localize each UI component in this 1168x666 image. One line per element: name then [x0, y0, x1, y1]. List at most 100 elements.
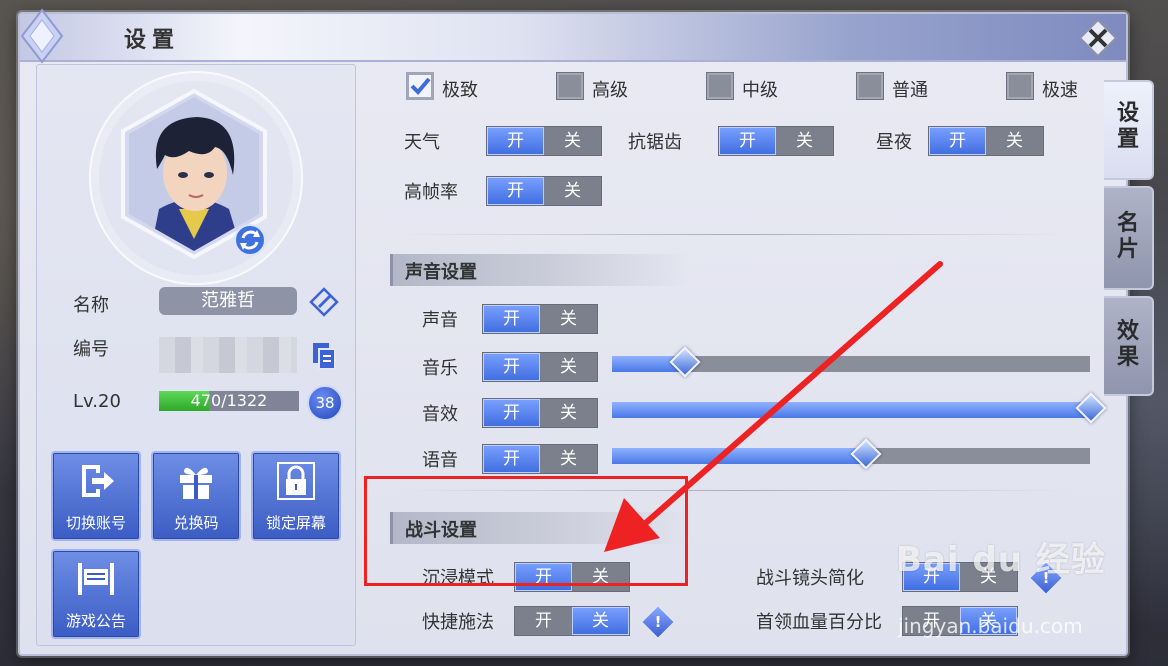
voice-toggle[interactable]: 开 关: [482, 444, 598, 474]
toggle-off[interactable]: 关: [776, 127, 833, 155]
tab-settings[interactable]: 设 置: [1104, 80, 1154, 180]
logout-icon: [82, 465, 114, 497]
toggle-on[interactable]: 开: [487, 177, 544, 205]
sfx-toggle[interactable]: 开 关: [482, 398, 598, 428]
music-toggle[interactable]: 开 关: [482, 352, 598, 382]
xp-text: 470/1322: [190, 391, 268, 410]
camera-simplify-label: 战斗镜头简化: [756, 568, 864, 589]
antialias-toggle[interactable]: 开 关: [718, 126, 834, 156]
id-label: 编号: [73, 339, 109, 360]
copy-icon[interactable]: [311, 341, 337, 371]
slider-fill: [612, 402, 1090, 418]
voice-label: 语音: [422, 450, 458, 471]
game-notice-button[interactable]: 游戏公告: [51, 549, 141, 639]
toggle-off[interactable]: 关: [540, 353, 597, 381]
notice-board-icon: [78, 563, 114, 595]
quality-normal-label: 普通: [892, 80, 928, 101]
slider-knob[interactable]: [850, 438, 882, 470]
edit-icon[interactable]: [309, 287, 339, 317]
toggle-off[interactable]: 关: [544, 177, 601, 205]
checkmark-icon: [410, 77, 431, 95]
quality-fast-label: 极速: [1042, 80, 1078, 101]
boss-hp-label: 首领血量百分比: [756, 612, 882, 633]
emblem-icon: [20, 8, 64, 64]
antialias-label: 抗锯齿: [628, 132, 682, 153]
daynight-toggle[interactable]: 开 关: [928, 126, 1044, 156]
toggle-on[interactable]: 开: [719, 127, 776, 155]
quality-fast-checkbox[interactable]: [1006, 72, 1034, 100]
quality-high-checkbox[interactable]: [556, 72, 584, 100]
sound-section-header: 声音设置: [390, 254, 693, 286]
music-label: 音乐: [422, 358, 458, 379]
window-title: 设置: [124, 27, 181, 53]
switch-account-button[interactable]: 切换账号: [51, 451, 141, 541]
toggle-off[interactable]: 关: [572, 607, 629, 635]
name-value: 范雅哲: [159, 287, 297, 315]
lock-screen-button[interactable]: 锁定屏幕: [251, 451, 341, 541]
tab-card[interactable]: 名 片: [1104, 186, 1154, 290]
toggle-on[interactable]: 开: [483, 353, 540, 381]
tab-card-char: 片: [1116, 236, 1139, 262]
close-icon[interactable]: [1078, 18, 1118, 58]
highfps-label: 高帧率: [404, 182, 458, 203]
title-bar: 设置: [20, 8, 1126, 64]
slider-knob[interactable]: [669, 346, 701, 378]
quality-ultra-checkbox[interactable]: [406, 72, 434, 100]
toggle-on[interactable]: 开: [483, 305, 540, 333]
quickcast-label: 快捷施法: [422, 612, 494, 633]
toggle-off[interactable]: 关: [986, 127, 1043, 155]
quality-medium-checkbox[interactable]: [706, 72, 734, 100]
redeem-code-button[interactable]: 兑换码: [151, 451, 241, 541]
sound-section-title: 声音设置: [405, 262, 477, 283]
gift-icon: [180, 467, 212, 499]
sfx-label: 音效: [422, 404, 458, 425]
tab-card-char: 名: [1116, 210, 1139, 236]
weather-toggle[interactable]: 开 关: [486, 126, 602, 156]
lock-screen-label: 锁定屏幕: [265, 514, 326, 532]
tab-effects[interactable]: 效 果: [1104, 296, 1154, 396]
tab-settings-char: 设: [1116, 100, 1139, 126]
weather-label: 天气: [404, 132, 440, 153]
avatar[interactable]: [89, 71, 303, 285]
daynight-label: 昼夜: [876, 132, 912, 153]
xp-bar: 470/1322: [159, 391, 299, 411]
info-icon[interactable]: !: [641, 605, 675, 639]
refresh-icon[interactable]: [233, 223, 267, 257]
level-badge: 38: [307, 385, 343, 421]
tab-effects-char: 果: [1116, 344, 1139, 370]
divider: [400, 234, 1070, 235]
annotation-highlight-box: [364, 476, 688, 586]
toggle-off[interactable]: 关: [544, 127, 601, 155]
name-label: 名称: [73, 295, 109, 316]
sfx-volume-slider[interactable]: [612, 392, 1107, 424]
sound-toggle[interactable]: 开 关: [482, 304, 598, 334]
voice-volume-slider[interactable]: [612, 438, 1090, 470]
toggle-off[interactable]: 关: [540, 305, 597, 333]
toggle-on[interactable]: 开: [515, 607, 572, 635]
quality-high-label: 高级: [592, 80, 628, 101]
music-volume-slider[interactable]: [612, 346, 1090, 378]
tab-settings-char: 置: [1116, 126, 1139, 152]
watermark-brand: Bai du 经验: [896, 540, 1106, 580]
toggle-on[interactable]: 开: [483, 445, 540, 473]
lock-icon: [277, 462, 315, 500]
toggle-on[interactable]: 开: [929, 127, 986, 155]
switch-account-label: 切换账号: [65, 514, 126, 532]
highfps-toggle[interactable]: 开 关: [486, 176, 602, 206]
quality-normal-checkbox[interactable]: [856, 72, 884, 100]
redeem-code-label: 兑换码: [173, 514, 219, 532]
watermark-url: jingyan.baidu.com: [898, 614, 1083, 638]
level-label: Lv.20: [73, 391, 121, 412]
toggle-off[interactable]: 关: [540, 399, 597, 427]
toggle-on[interactable]: 开: [483, 399, 540, 427]
toggle-on[interactable]: 开: [487, 127, 544, 155]
quickcast-toggle[interactable]: 开 关: [514, 606, 630, 636]
toggle-off[interactable]: 关: [540, 445, 597, 473]
avatar-ring: [89, 71, 303, 285]
slider-knob[interactable]: [1075, 392, 1107, 424]
slider-fill: [612, 448, 866, 464]
quality-ultra-label: 极致: [442, 80, 478, 101]
game-notice-label: 游戏公告: [65, 612, 126, 630]
id-value-blurred: [159, 337, 297, 373]
sound-label: 声音: [422, 310, 458, 331]
